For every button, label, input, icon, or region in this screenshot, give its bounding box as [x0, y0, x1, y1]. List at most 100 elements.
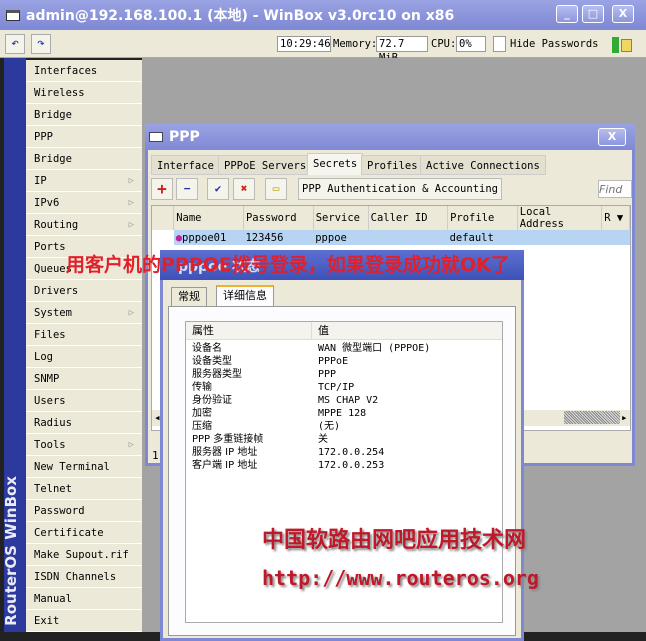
- tab-profiles[interactable]: Profiles: [361, 155, 424, 175]
- property-name: 服务器类型: [192, 369, 242, 380]
- lock-icon: [621, 39, 632, 52]
- sidebar-item-label: System: [34, 307, 72, 319]
- column-profile[interactable]: Profile: [447, 206, 518, 230]
- tab-pppoe-servers[interactable]: PPPoE Servers: [218, 155, 313, 175]
- redo-icon[interactable]: ↷: [31, 34, 51, 54]
- find-input[interactable]: [598, 180, 632, 198]
- disable-icon[interactable]: ✖: [233, 178, 255, 200]
- close-button[interactable]: X: [612, 5, 634, 23]
- property-value: MPPE 128: [318, 408, 367, 419]
- tab-interface[interactable]: Interface: [151, 155, 220, 175]
- submenu-arrow-icon: ▷: [128, 440, 134, 450]
- sidebar-item-certificate[interactable]: Certificate: [26, 522, 142, 544]
- minimize-button[interactable]: _: [556, 5, 578, 23]
- comment-icon[interactable]: ▭: [265, 178, 287, 200]
- brand-logo: RouterOS WinBox: [2, 476, 20, 626]
- sidebar-item-log[interactable]: Log: [26, 346, 142, 368]
- sidebar-item-isdn-channels[interactable]: ISDN Channels: [26, 566, 142, 588]
- column-service[interactable]: Service: [313, 206, 369, 230]
- scroll-right-icon[interactable]: ▸: [621, 411, 628, 424]
- details-row: 设备名 WAN 微型端口 (PPPOE): [186, 342, 502, 355]
- scrollbar-thumb[interactable]: [564, 411, 620, 424]
- sidebar-item-ip[interactable]: IP ▷: [26, 170, 142, 192]
- cell-caller-id: [368, 230, 448, 245]
- column-caller-id[interactable]: Caller ID: [368, 206, 449, 230]
- cell-profile: default: [447, 230, 518, 245]
- cell-service: pppoe: [313, 230, 369, 245]
- details-row: 客户端 IP 地址 172.0.0.253: [186, 459, 502, 472]
- undo-icon[interactable]: ↶: [5, 34, 25, 54]
- ppp-close-button[interactable]: X: [598, 128, 626, 146]
- sidebar-item-manual[interactable]: Manual: [26, 588, 142, 610]
- sidebar-item-routing[interactable]: Routing ▷: [26, 214, 142, 236]
- property-value: WAN 微型端口 (PPPOE): [318, 343, 431, 354]
- remove-icon[interactable]: −: [176, 178, 198, 200]
- sidebar-item-bridge[interactable]: Bridge: [26, 104, 142, 126]
- property-name: 加密: [192, 408, 212, 419]
- sidebar-item-ppp[interactable]: PPP: [26, 126, 142, 148]
- cell-password: 123456: [243, 230, 314, 245]
- sidebar-item-snmp[interactable]: SNMP: [26, 368, 142, 390]
- sidebar-item-label: IPv6: [34, 197, 60, 209]
- sidebar-item-bridge[interactable]: Bridge: [26, 148, 142, 170]
- hide-passwords-checkbox[interactable]: [493, 36, 506, 52]
- cell-local-address: [517, 230, 602, 245]
- cell-name: pppoe01: [182, 231, 227, 244]
- sidebar-item-label: Telnet: [34, 483, 72, 495]
- sidebar-item-label: Interfaces: [34, 65, 98, 77]
- property-name: 设备类型: [192, 356, 232, 367]
- details-row: 服务器类型 PPP: [186, 368, 502, 381]
- tab-details[interactable]: 详细信息: [216, 285, 274, 307]
- property-name: 设备名: [192, 343, 222, 354]
- property-value: 172.0.0.253: [318, 460, 385, 471]
- window-title: admin@192.168.100.1 (本地) - WinBox v3.0rc…: [26, 8, 455, 24]
- ppp-auth-accounting-button[interactable]: PPP Authentication & Accounting: [298, 178, 502, 200]
- sidebar-item-label: SNMP: [34, 373, 60, 385]
- sidebar-item-users[interactable]: Users: [26, 390, 142, 412]
- column-property[interactable]: 属性: [186, 322, 312, 339]
- enable-icon[interactable]: ✔: [207, 178, 229, 200]
- sidebar-item-radius[interactable]: Radius: [26, 412, 142, 434]
- sidebar-item-drivers[interactable]: Drivers: [26, 280, 142, 302]
- sidebar-item-system[interactable]: System ▷: [26, 302, 142, 324]
- column-password[interactable]: Password: [243, 206, 314, 230]
- annotation-text: 用客户机的PPPOE拨号登录，如果登录成功就OK了: [66, 254, 510, 276]
- add-icon[interactable]: +: [151, 178, 173, 200]
- column-r[interactable]: R ▼: [601, 206, 630, 230]
- sidebar-item-label: Log: [34, 351, 53, 363]
- sidebar-item-label: Manual: [34, 593, 72, 605]
- sidebar-item-label: PPP: [34, 131, 53, 143]
- submenu-arrow-icon: ▷: [128, 220, 134, 230]
- window-titlebar: admin@192.168.100.1 (本地) - WinBox v3.0rc…: [0, 0, 646, 30]
- sidebar-item-interfaces[interactable]: Interfaces: [26, 60, 142, 82]
- sidebar-item-new-terminal[interactable]: New Terminal: [26, 456, 142, 478]
- sidebar-item-password[interactable]: Password: [26, 500, 142, 522]
- tab-active-connections[interactable]: Active Connections: [420, 155, 546, 175]
- property-name: 压缩: [192, 421, 212, 432]
- details-row: 身份验证 MS CHAP V2: [186, 394, 502, 407]
- sidebar-item-exit[interactable]: Exit: [26, 610, 142, 632]
- sidebar-item-files[interactable]: Files: [26, 324, 142, 346]
- sidebar-item-tools[interactable]: Tools ▷: [26, 434, 142, 456]
- ppp-title: PPP: [169, 129, 200, 145]
- sidebar-item-ipv6[interactable]: IPv6 ▷: [26, 192, 142, 214]
- sidebar-item-wireless[interactable]: Wireless: [26, 82, 142, 104]
- watermark-url: http://www.routeros.org: [262, 566, 539, 590]
- connection-status-icon: [612, 37, 619, 53]
- details-row: 设备类型 PPPoE: [186, 355, 502, 368]
- column-value[interactable]: 值: [312, 322, 329, 339]
- sidebar-item-label: Wireless: [34, 87, 85, 99]
- window-icon: [149, 132, 163, 142]
- table-row[interactable]: ●pppoe01 123456 pppoe default: [152, 230, 630, 245]
- column-name[interactable]: Name: [173, 206, 244, 230]
- property-name: 身份验证: [192, 395, 232, 406]
- tab-secrets[interactable]: Secrets: [307, 153, 364, 175]
- item-count: 1: [152, 449, 159, 462]
- sidebar-item-make-supout-rif[interactable]: Make Supout.rif: [26, 544, 142, 566]
- column-local-address[interactable]: Local Address: [517, 206, 603, 230]
- sidebar-item-label: Radius: [34, 417, 72, 429]
- sidebar-item-label: Certificate: [34, 527, 104, 539]
- sidebar-item-telnet[interactable]: Telnet: [26, 478, 142, 500]
- tab-general[interactable]: 常规: [171, 287, 207, 306]
- maximize-button[interactable]: □: [582, 5, 604, 23]
